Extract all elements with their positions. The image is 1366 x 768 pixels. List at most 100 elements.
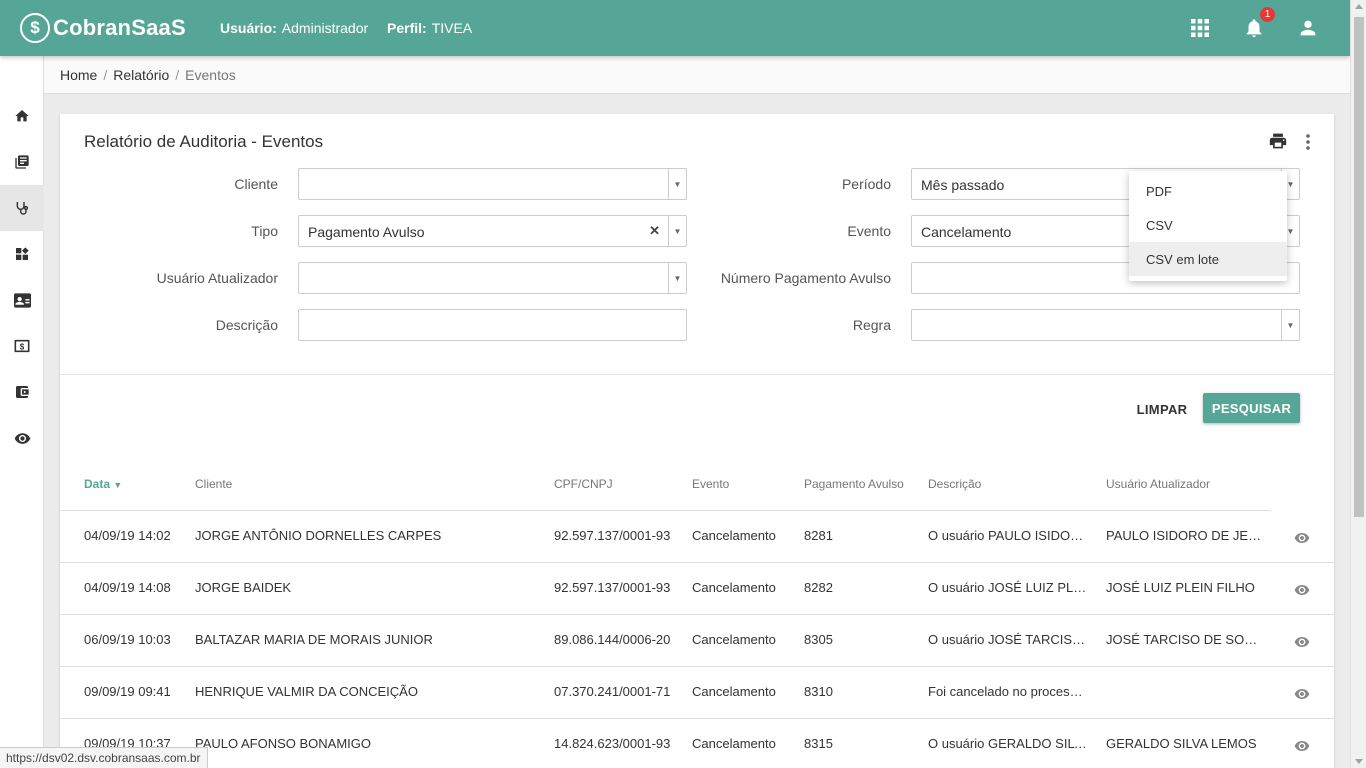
logo-text: CobranSaaS [53,15,186,40]
stethoscope-icon [16,202,29,215]
table-row[interactable]: 09/09/19 10:37 PAULO AFONSO BONAMIGO 14.… [60,719,1334,768]
cell-evento: Cancelamento [692,580,776,595]
user-value: Administrador [281,20,369,36]
evento-label: Evento [847,223,891,239]
sidebar-item-reports[interactable] [0,139,44,185]
profile-info: Perfil: TIVEA [387,20,472,36]
breadcrumb-home[interactable]: Home [60,67,97,83]
view-eye-icon[interactable] [1294,530,1310,551]
cell-data: 06/09/19 10:03 [84,632,171,647]
cell-pagamento: 8305 [804,632,833,647]
cliente-select[interactable]: ▼ [298,168,687,200]
cell-evento: Cancelamento [692,632,776,647]
tipo-select[interactable]: Pagamento Avulso ✕ ▼ [298,215,687,247]
chevron-down-icon[interactable]: ▼ [668,216,686,246]
profile-label: Perfil: [387,20,427,36]
menu-item-csv-em-lote[interactable]: CSV em lote [1129,242,1287,276]
column-header-pagamento-avulso[interactable]: Pagamento Avulso [804,477,904,491]
column-header-descricao[interactable]: Descrição [928,477,981,491]
breadcrumb-current: Eventos [185,67,236,83]
vertical-scrollbar[interactable] [1350,0,1366,768]
breadcrumb: Home / Relatório / Eventos [44,56,1350,94]
table-row[interactable]: 04/09/19 14:02 JORGE ANTÔNIO DORNELLES C… [60,511,1334,563]
table-row[interactable]: 04/09/19 14:08 JORGE BAIDEK 92.597.137/0… [60,563,1334,615]
apps-grid-icon[interactable] [1186,14,1214,42]
sidebar: $ [0,56,44,768]
bell-icon[interactable]: 1 [1240,7,1275,42]
user-account-icon[interactable] [1294,14,1322,42]
search-button[interactable]: PESQUISAR [1203,393,1300,423]
cell-pagamento: 8282 [804,580,833,595]
chevron-down-icon[interactable]: ▼ [668,263,686,293]
print-icon[interactable] [1268,132,1288,155]
cell-cpf-cnpj: 92.597.137/0001-93 [554,580,671,595]
view-eye-icon[interactable] [1294,582,1310,603]
cell-descricao: O usuário GERALDO SILV… [928,736,1088,751]
cell-cpf-cnpj: 07.370.241/0001-71 [554,684,671,699]
logo[interactable]: $ CobranSaaS [20,11,186,45]
user-info: Usuário: Administrador [220,20,368,36]
sidebar-item-dashboard[interactable] [0,231,44,277]
cell-usuario: PAULO ISIDORO DE JESUS [1106,528,1266,543]
menu-item-csv[interactable]: CSV [1129,208,1287,242]
cell-evento: Cancelamento [692,528,776,543]
sidebar-item-billing[interactable]: $ [0,323,44,369]
cell-cliente: PAULO AFONSO BONAMIGO [195,736,372,751]
scroll-thumb[interactable] [1354,17,1364,517]
cell-evento: Cancelamento [692,684,776,699]
sidebar-item-view[interactable] [0,415,44,461]
chevron-down-icon[interactable]: ▼ [1281,310,1299,340]
column-header-cpf-cnpj[interactable]: CPF/CNPJ [554,477,613,491]
notification-badge: 1 [1260,7,1275,22]
more-vert-icon[interactable] [1304,133,1312,156]
user-label: Usuário: [220,20,277,36]
sidebar-item-home[interactable] [0,93,44,139]
book-icon [15,155,29,169]
column-header-data[interactable]: Data ▼ [84,477,122,491]
breadcrumb-relatorio[interactable]: Relatório [113,67,169,83]
page-title: Relatório de Auditoria - Eventos [84,132,324,151]
menu-item-pdf[interactable]: PDF [1129,174,1287,208]
view-eye-icon[interactable] [1294,738,1310,759]
view-eye-icon[interactable] [1294,686,1310,707]
cell-descricao: O usuário PAULO ISIDOR… [928,528,1088,543]
table-row[interactable]: 09/09/19 09:41 HENRIQUE VALMIR DA CONCEI… [60,667,1334,719]
sidebar-item-audit[interactable] [0,185,44,231]
sidebar-item-contacts[interactable] [0,277,44,323]
chevron-down-icon[interactable]: ▼ [668,169,686,199]
cell-cliente: JORGE BAIDEK [195,580,292,595]
cell-pagamento: 8315 [804,736,833,751]
evento-value: Cancelamento [921,224,1012,240]
sidebar-item-wallet[interactable] [0,369,44,415]
cell-usuario: JOSÉ TARCISO DE SOUZA [1106,632,1266,647]
clear-icon[interactable]: ✕ [649,223,660,239]
scroll-up-icon[interactable] [1355,4,1363,9]
contact-card-icon [13,292,31,308]
cell-cliente: JORGE ANTÔNIO DORNELLES CARPES [195,528,442,543]
column-header-data-label: Data [84,477,111,491]
column-header-usuario-atualizador[interactable]: Usuário Atualizador [1106,477,1210,491]
table-row[interactable]: 06/09/19 10:03 BALTAZAR MARIA DE MORAIS … [60,615,1334,667]
dashboard-icon [16,247,29,260]
column-header-evento[interactable]: Evento [692,477,729,491]
periodo-label: Período [841,176,891,192]
regra-select[interactable]: ▼ [911,309,1300,341]
column-header-cliente[interactable]: Cliente [195,477,232,491]
cell-evento: Cancelamento [692,736,776,751]
numero-label: Número Pagamento Avulso [720,270,891,286]
cell-descricao: O usuário JOSÉ TARCISO … [928,632,1088,647]
view-eye-icon[interactable] [1294,634,1310,655]
cell-cpf-cnpj: 89.086.144/0006-20 [554,632,671,647]
status-url: https://dsv02.dsv.cobransaas.com.br [0,747,208,768]
sort-desc-icon: ▼ [113,480,123,490]
money-icon: $ [14,339,30,353]
scroll-down-icon[interactable] [1355,759,1363,764]
descricao-input[interactable] [298,309,687,341]
tipo-value: Pagamento Avulso [308,224,425,240]
profile-value: TIVEA [431,20,473,36]
cell-data: 09/09/19 09:41 [84,684,171,699]
usuario-select[interactable]: ▼ [298,262,687,294]
clear-button[interactable]: LIMPAR [1132,394,1192,424]
tipo-label: Tipo [251,223,278,239]
cell-data: 04/09/19 14:08 [84,580,171,595]
